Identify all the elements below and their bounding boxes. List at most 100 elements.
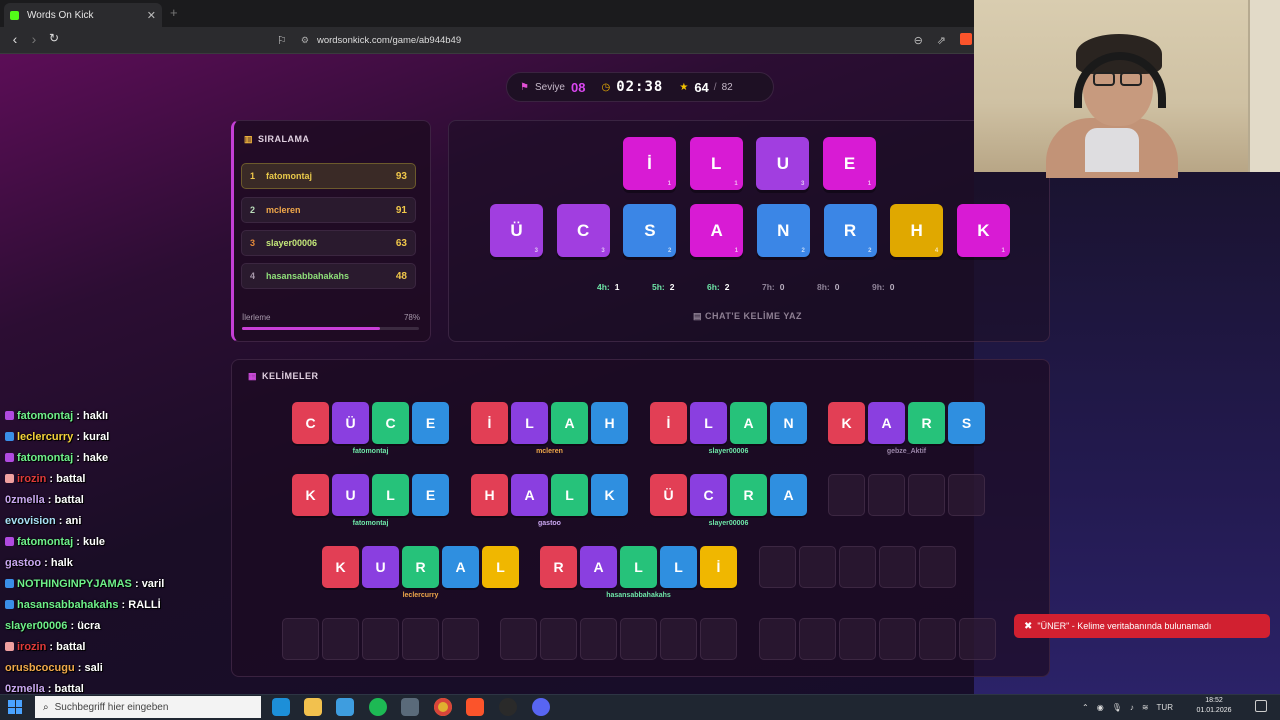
back-icon[interactable]: ‹ — [6, 31, 24, 47]
letter-tile: N2 — [756, 204, 810, 257]
bookmark-icon[interactable]: ⚐ — [277, 34, 287, 47]
letter-tile: L1 — [689, 137, 743, 190]
wifi-icon[interactable]: ≋ — [1142, 703, 1149, 712]
close-tab-icon[interactable]: ✕ — [147, 9, 156, 22]
tile-value: 3 — [801, 181, 805, 187]
reload-icon[interactable]: ↻ — [45, 31, 63, 45]
chat-username: evovision — [5, 515, 56, 527]
forward-icon[interactable]: › — [25, 31, 43, 47]
chat-badge-icon — [5, 411, 14, 420]
chat-badge-icon — [5, 537, 14, 546]
tab-title: Words On Kick — [27, 9, 94, 21]
tile-value: 2 — [668, 248, 672, 254]
share-icon[interactable]: ⇗ — [937, 34, 946, 47]
browser-tab[interactable]: Words On Kick ✕ — [4, 3, 162, 27]
word-owner: fatomontaj — [352, 448, 389, 455]
empty-word-slot — [282, 618, 319, 660]
tile-letter: S — [644, 220, 656, 240]
word-length-count: 6h: 2 — [707, 282, 730, 292]
empty-word-slot — [948, 474, 985, 516]
url-text: wordsonkick.com/game/ab944b49 — [316, 34, 462, 46]
notification-icon[interactable] — [1255, 700, 1267, 712]
site-info-icon[interactable]: ⚙ — [301, 35, 309, 46]
words-panel: ▦ KELİMELER C Ü C Efatomontaj İ L A Hmcleren İ L A N… — [231, 359, 1050, 677]
new-tab-icon[interactable]: + — [170, 5, 178, 20]
brave-icon[interactable] — [466, 698, 484, 716]
empty-word-slot — [620, 618, 657, 660]
word-letter-tile: K — [292, 474, 329, 516]
tile-value: 3 — [534, 248, 538, 254]
leaderboard-title: ▥ SIRALAMA — [244, 134, 310, 144]
word-letter-tile: A — [770, 474, 807, 516]
score-value: 64 — [694, 79, 709, 95]
word-owner: gebze_Aktif — [886, 448, 927, 455]
chat-text: kule — [83, 536, 106, 548]
store-icon[interactable] — [336, 698, 354, 716]
empty-word-slot — [919, 546, 956, 588]
calculator-icon[interactable] — [401, 698, 419, 716]
letter-tile: C3 — [556, 204, 610, 257]
brave-shield-icon[interactable] — [960, 32, 972, 48]
language-indicator[interactable]: TUR — [1157, 703, 1173, 712]
word-length-count: 7h: 0 — [762, 282, 785, 292]
word-letter-tile: R — [908, 402, 945, 444]
word-length-count: 8h: 0 — [817, 282, 840, 292]
word-letter-tile: L — [690, 402, 727, 444]
word-letter-tile: R — [402, 546, 439, 588]
chat-message: irozin : battal — [5, 641, 85, 653]
glasses-left — [1093, 72, 1115, 86]
url-field[interactable]: ⚐ ⚙ wordsonkick.com/game/ab944b49 ⊖ ⇗ — [277, 30, 972, 50]
chat-message: fatomontaj : haklı — [5, 410, 108, 422]
word-letter-tile: A — [442, 546, 479, 588]
obs-icon[interactable] — [499, 698, 517, 716]
zoom-icon[interactable]: ⊖ — [914, 34, 923, 47]
empty-word-slot — [402, 618, 439, 660]
progress-bar — [242, 327, 419, 330]
discord-icon[interactable] — [532, 698, 550, 716]
tile-letter: H — [910, 220, 923, 240]
taskbar-search[interactable]: ⌕ Suchbegriff hier eingeben — [35, 696, 261, 718]
chevron-up-icon[interactable]: ⌃ — [1082, 703, 1089, 712]
letter-tile: Ü3 — [490, 204, 543, 257]
word-letter-tile: İ — [650, 402, 687, 444]
empty-word-slot — [660, 618, 697, 660]
tile-letter: C — [577, 220, 590, 240]
chat-text: battal — [56, 473, 86, 485]
edge-icon[interactable] — [272, 698, 290, 716]
search-icon: ⌕ — [43, 701, 49, 713]
word-letter-tile: A — [511, 474, 548, 516]
tile-value: 1 — [734, 248, 739, 254]
word-letter-tile: L — [511, 402, 548, 444]
chat-text: ücra — [77, 620, 101, 632]
tile-letter: K — [977, 220, 990, 240]
word-letter-tile: İ — [471, 402, 508, 444]
speaker-icon[interactable]: ♪ — [1130, 703, 1134, 712]
tile-value: 1 — [867, 181, 872, 187]
word-length-count: 9h: 0 — [872, 282, 895, 292]
word-letter-tile: A — [868, 402, 905, 444]
tile-value: 2 — [868, 248, 872, 254]
word-letter-tile: İ — [700, 546, 737, 588]
file-explorer-icon[interactable] — [304, 698, 322, 716]
tile-value: 1 — [1001, 248, 1005, 254]
letter-tile: U3 — [756, 137, 810, 190]
clock[interactable]: 18:52 01.01.2026 — [1196, 696, 1232, 716]
leaderboard-row: 4 hasansabbahakahs 48 — [241, 263, 416, 289]
microphone-icon[interactable]: 🎙 — [1112, 703, 1122, 712]
empty-word-slot — [919, 618, 956, 660]
chat-icon: ▤ — [693, 311, 706, 321]
system-tray: ⌃ ◉ 🎙 ♪ ≋ TUR — [1082, 698, 1173, 716]
spotify-icon[interactable] — [369, 698, 387, 716]
letter-tile: A1 — [690, 204, 744, 257]
empty-word-slot — [322, 618, 359, 660]
windows-start-icon[interactable] — [8, 700, 22, 714]
tile-letter: E — [843, 153, 856, 173]
word-letter-tile: R — [730, 474, 767, 516]
chat-message: gastoo : halk — [5, 557, 73, 569]
word-letter-tile: A — [580, 546, 617, 588]
chat-message: irozin : battal — [5, 473, 85, 485]
tile-letter: Ü — [510, 220, 523, 240]
chrome-icon[interactable] — [434, 698, 452, 716]
network-icon[interactable]: ◉ — [1097, 703, 1104, 712]
chat-message: slayer00006 : ücra — [5, 620, 101, 632]
